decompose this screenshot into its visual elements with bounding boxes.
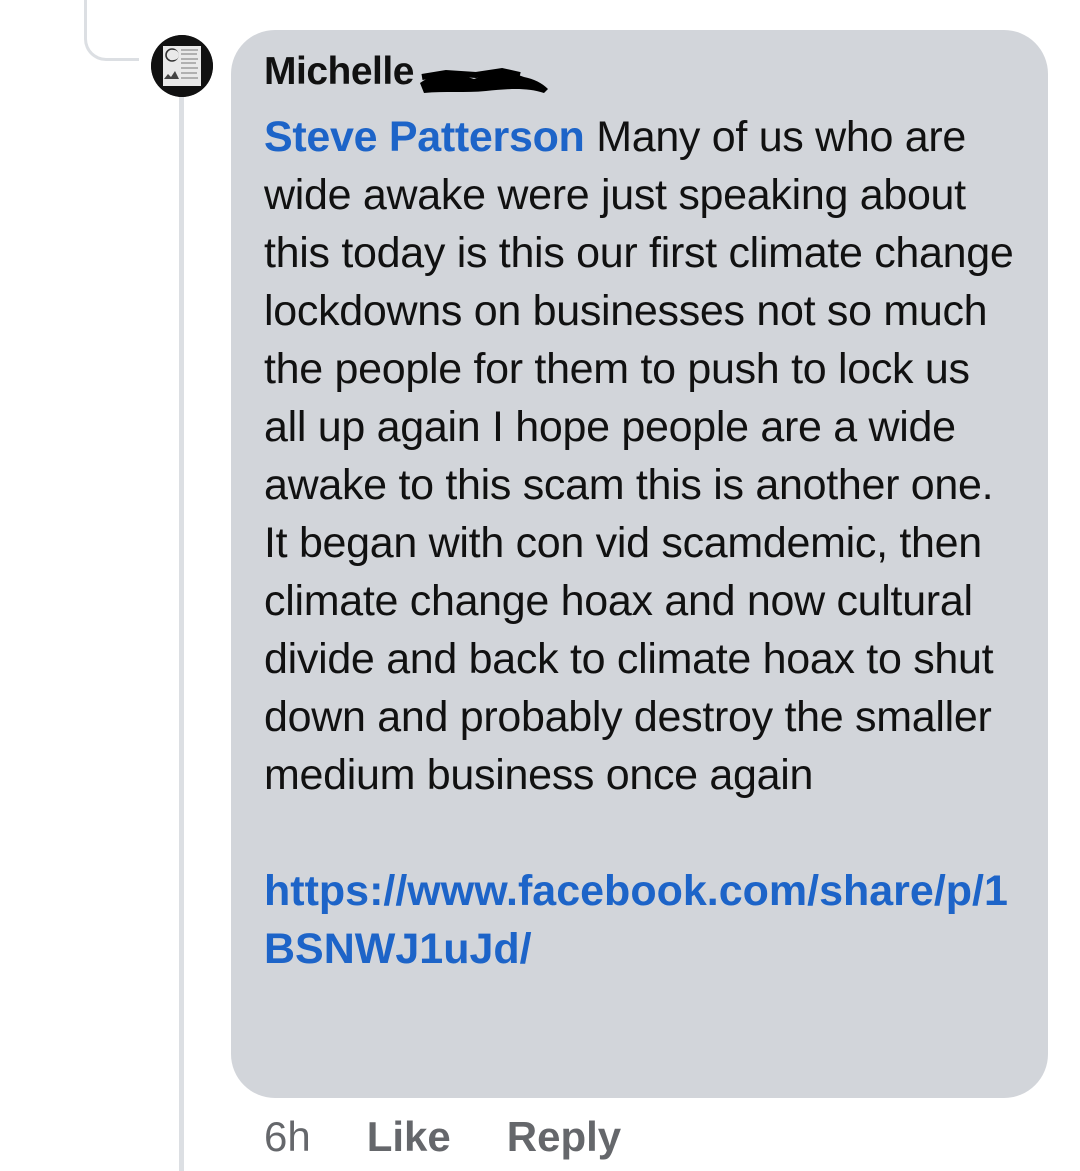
comment-thread: Michelle Steve Patterson Many of us who … xyxy=(0,0,1080,1171)
thread-connector-line xyxy=(84,0,139,61)
reply-thread-line xyxy=(179,96,184,1171)
comment-actions: 6h Like Reply xyxy=(264,1112,621,1162)
avatar[interactable] xyxy=(151,35,213,97)
reply-button[interactable]: Reply xyxy=(507,1113,621,1161)
redaction-scribble xyxy=(419,67,548,93)
comment-header: Michelle xyxy=(264,50,1020,93)
comment-body: Steve Patterson Many of us who are wide … xyxy=(264,108,1020,804)
comment-bubble: Michelle Steve Patterson Many of us who … xyxy=(231,30,1048,1098)
author-name[interactable]: Michelle xyxy=(264,50,414,93)
comment-timestamp[interactable]: 6h xyxy=(264,1113,311,1161)
profile-avatar-icon xyxy=(151,35,213,97)
like-button[interactable]: Like xyxy=(367,1113,451,1161)
mentioned-user-link[interactable]: Steve Patterson xyxy=(264,113,585,161)
comment-text: Many of us who are wide awake were just … xyxy=(264,113,1014,799)
shared-post-link[interactable]: https://www.facebook.com/share/p/1BSNWJ1… xyxy=(264,862,1009,978)
